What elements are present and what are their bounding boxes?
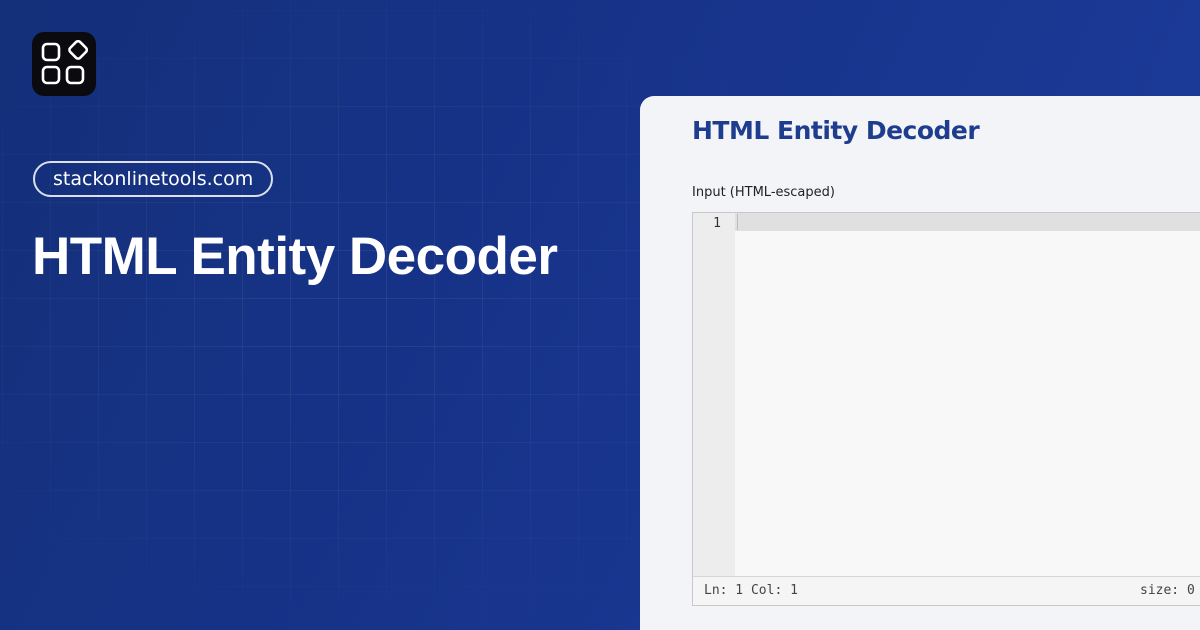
line-number-gutter: 1: [693, 213, 735, 577]
editor-status-bar: Ln: 1 Col: 1 size: 0: [693, 576, 1200, 605]
size-status: size: 0: [1140, 583, 1195, 598]
active-line-highlight: [735, 213, 1200, 231]
app-logo: [32, 32, 96, 96]
line-number: 1: [713, 216, 721, 231]
input-editor[interactable]: 1 Ln: 1 Col: 1 size: 0: [692, 212, 1200, 606]
tool-preview-panel: HTML Entity Decoder Input (HTML-escaped)…: [640, 96, 1200, 630]
domain-badge[interactable]: stackonlinetools.com: [33, 161, 274, 197]
hero-title: HTML Entity Decoder: [32, 227, 558, 286]
app-grid-icon: [41, 40, 88, 85]
text-cursor: [737, 214, 738, 230]
input-label: Input (HTML-escaped): [692, 185, 835, 200]
cursor-position-status: Ln: 1 Col: 1: [704, 583, 798, 598]
tool-title: HTML Entity Decoder: [692, 116, 980, 145]
